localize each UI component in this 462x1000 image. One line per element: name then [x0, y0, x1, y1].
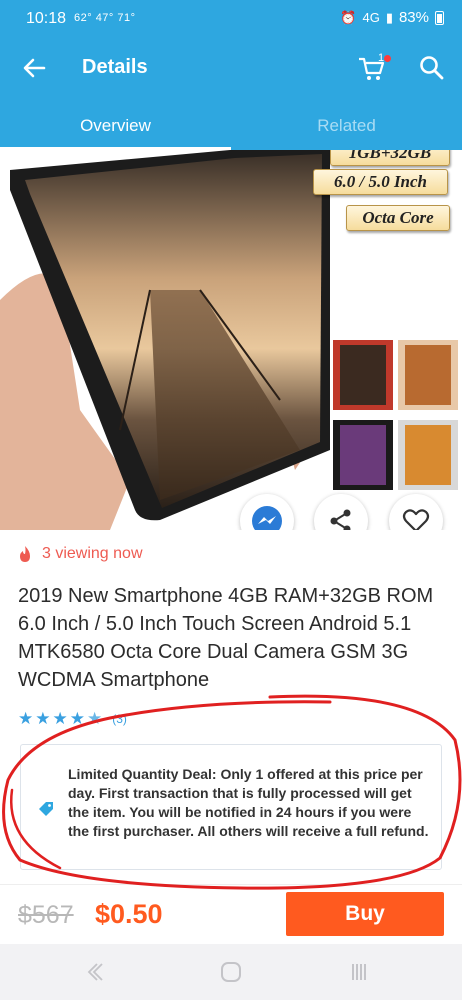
messenger-icon	[252, 506, 282, 530]
app-bar: Details 1	[0, 38, 462, 98]
star-icon: ★	[52, 709, 68, 728]
status-extra: 62° 47° 71°	[74, 12, 136, 24]
tab-bar: Overview Related	[0, 98, 462, 150]
battery-text: 83%	[398, 9, 429, 26]
cart-notification-dot	[384, 55, 391, 62]
spec-tag-memory: 1GB+32GB	[330, 150, 450, 166]
spec-tag-cpu: Octa Core	[346, 205, 450, 231]
heart-icon	[402, 509, 430, 530]
purchase-bar: $567 $0.50 Buy	[0, 884, 462, 944]
rating[interactable]: ★ ★ ★ ★ ★ (3)	[18, 710, 127, 728]
half-star-icon: ★	[87, 709, 103, 728]
star-icon: ★	[18, 709, 34, 728]
star-icon: ★	[35, 709, 51, 728]
status-time: 10:18	[26, 10, 67, 27]
nav-recents-icon[interactable]	[345, 958, 375, 986]
system-nav-bar	[0, 944, 462, 1000]
nav-back-icon[interactable]	[84, 958, 114, 986]
buy-button[interactable]: Buy	[286, 892, 444, 936]
signal-icon: ▮	[385, 9, 393, 25]
product-image[interactable]: 1GB+32GB 6.0 / 5.0 Inch Octa Core	[0, 150, 462, 530]
deal-notice: Limited Quantity Deal: Only 1 offered at…	[20, 744, 442, 870]
share-icon	[330, 509, 351, 530]
back-arrow-icon[interactable]	[18, 52, 50, 84]
alarm-icon: ⏰	[340, 9, 357, 25]
deal-text: Limited Quantity Deal: Only 1 offered at…	[68, 766, 429, 839]
status-bar: 10:18 62° 47° 71° ⏰ 4G ▮ 83%	[0, 0, 462, 38]
lte-icon: 4G	[362, 10, 380, 25]
original-price: $567	[18, 901, 74, 929]
rating-count: (3)	[112, 712, 127, 726]
page-title: Details	[82, 56, 148, 78]
sale-price: $0.50	[95, 899, 163, 929]
viewing-indicator: 3 viewing now	[18, 545, 143, 563]
search-icon[interactable]	[416, 52, 448, 84]
viewing-text: 3 viewing now	[42, 545, 143, 562]
flame-icon	[20, 546, 30, 562]
tab-related[interactable]: Related	[231, 98, 462, 150]
product-title: 2019 New Smartphone 4GB RAM+32GB ROM 6.0…	[18, 585, 434, 691]
star-icon: ★	[69, 709, 85, 728]
battery-icon	[435, 10, 444, 25]
status-icons: ⏰ 4G ▮ 83%	[340, 9, 444, 26]
nav-home-icon[interactable]	[216, 958, 246, 986]
tag-icon	[39, 802, 53, 816]
spec-tag-screen: 6.0 / 5.0 Inch	[313, 169, 448, 195]
tab-overview[interactable]: Overview	[0, 98, 231, 150]
